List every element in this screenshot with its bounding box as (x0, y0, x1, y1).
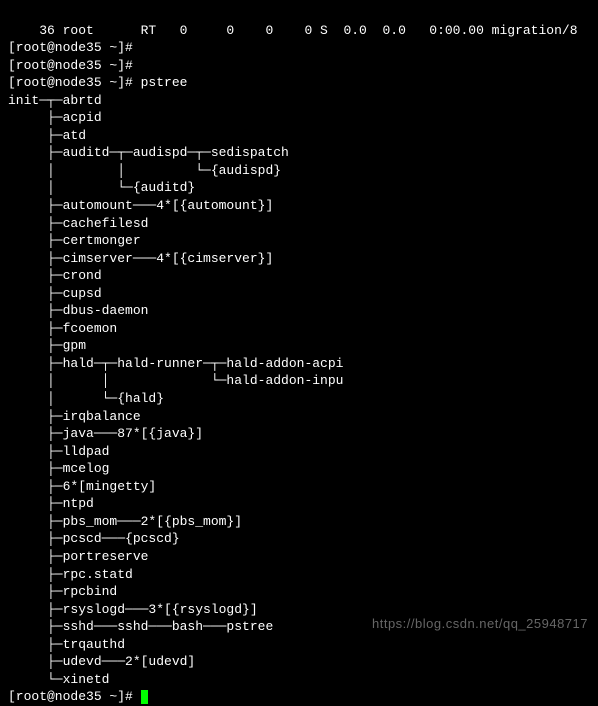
terminal-output[interactable]: 36 root RT 0 0 0 0 S 0.0 0.0 0:00.00 mig… (8, 4, 590, 706)
pstree-line: ├─cupsd (8, 286, 102, 301)
pstree-line: ├─pcscd───{pcscd} (8, 531, 180, 546)
shell-prompt: [root@node35 ~]# (8, 689, 141, 704)
pstree-line: ├─certmonger (8, 233, 141, 248)
process-line: 36 root RT 0 0 0 0 S 0.0 0.0 0:00.00 mig… (8, 23, 578, 38)
pstree-line: ├─rpc.statd (8, 567, 133, 582)
pstree-line: │ │ └─hald-addon-inpu (8, 373, 343, 388)
pstree-line: │ └─{hald} (8, 391, 164, 406)
pstree-line: ├─ntpd (8, 496, 94, 511)
pstree-line: ├─pbs_mom───2*[{pbs_mom}] (8, 514, 242, 529)
pstree-line: ├─acpid (8, 110, 102, 125)
pstree-line: ├─crond (8, 268, 102, 283)
pstree-line: └─xinetd (8, 672, 109, 687)
pstree-line: ├─mcelog (8, 461, 109, 476)
pstree-line: ├─6*[mingetty] (8, 479, 156, 494)
pstree-line: ├─irqbalance (8, 409, 141, 424)
pstree-line: │ └─{auditd} (8, 180, 195, 195)
pstree-line: ├─dbus-daemon (8, 303, 148, 318)
pstree-line: ├─auditd─┬─audispd─┬─sedispatch (8, 145, 289, 160)
pstree-line: ├─automount───4*[{automount}] (8, 198, 273, 213)
pstree-line: ├─cachefilesd (8, 216, 148, 231)
pstree-line: ├─sshd───sshd───bash───pstree (8, 619, 273, 634)
pstree-line: ├─udevd───2*[udevd] (8, 654, 195, 669)
pstree-line: ├─cimserver───4*[{cimserver}] (8, 251, 273, 266)
shell-prompt: [root@node35 ~]# (8, 58, 141, 73)
pstree-line: ├─rsyslogd───3*[{rsyslogd}] (8, 602, 258, 617)
command-text: pstree (141, 75, 188, 90)
pstree-line: ├─lldpad (8, 444, 109, 459)
pstree-line: init─┬─abrtd (8, 93, 102, 108)
pstree-line: ├─portreserve (8, 549, 148, 564)
watermark-text: https://blog.csdn.net/qq_25948717 (372, 615, 588, 633)
shell-prompt: [root@node35 ~]# (8, 40, 141, 55)
pstree-line: ├─java───87*[{java}] (8, 426, 203, 441)
cursor-icon (141, 690, 148, 704)
pstree-line: │ │ └─{audispd} (8, 163, 281, 178)
pstree-line: ├─hald─┬─hald-runner─┬─hald-addon-acpi (8, 356, 343, 371)
pstree-line: ├─atd (8, 128, 86, 143)
pstree-line: ├─gpm (8, 338, 86, 353)
pstree-line: ├─rpcbind (8, 584, 117, 599)
shell-prompt: [root@node35 ~]# (8, 75, 141, 90)
pstree-line: ├─fcoemon (8, 321, 117, 336)
